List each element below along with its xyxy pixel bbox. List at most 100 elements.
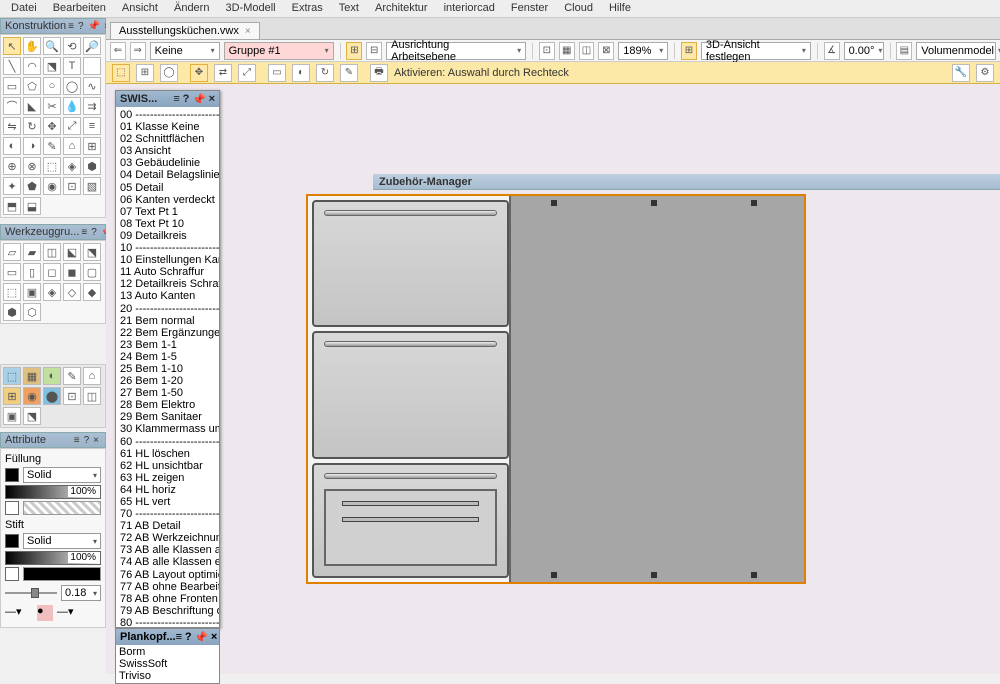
tab-document[interactable]: Ausstellungsküchen.vwx × [110,22,260,39]
tool-q[interactable]: ⬓ [23,197,41,215]
swis-list[interactable]: 00 -----------------------01 Klasse Kein… [116,107,219,627]
group-dropdown[interactable]: Gruppe #1 [224,42,334,60]
cat-2[interactable]: ▦ [23,367,41,385]
tool-zoom[interactable]: 🔍 [43,37,61,55]
tool-f[interactable]: ⊕ [3,157,21,175]
close-icon[interactable]: × [245,26,251,37]
tool-k[interactable]: ✦ [3,177,21,195]
close-icon[interactable]: × [209,93,215,105]
pin-icon[interactable]: 📌 [194,631,208,644]
swis-item[interactable]: 28 Bem Elektro [118,399,217,411]
swis-item[interactable]: 77 AB ohne Bearbeitungen [118,581,217,593]
close-icon[interactable]: × [211,631,217,643]
tg-12[interactable]: ▣ [23,283,41,301]
menu-text[interactable]: Text [332,1,366,16]
grid-1-button[interactable]: ⊞ [346,42,362,60]
tool-pan[interactable]: ✋ [23,37,41,55]
pin-icon[interactable]: 📌 [192,93,206,106]
sel-3[interactable]: ⤢ [238,64,256,82]
fill-color-swatch[interactable] [5,468,19,482]
tg-6[interactable]: ▭ [3,263,21,281]
tool-g[interactable]: ⊗ [23,157,41,175]
vb-2[interactable]: ▦ [559,42,575,60]
swis-item[interactable]: 13 Auto Kanten [118,290,217,302]
tool-e[interactable]: ⊞ [83,137,101,155]
swis-item[interactable]: 60 ----------------------- [118,436,217,448]
tool-j[interactable]: ⬢ [83,157,101,175]
grid-2-button[interactable]: ⊟ [366,42,382,60]
swis-item[interactable]: 26 Bem 1-20 [118,375,217,387]
tool-b[interactable]: ◑ [23,137,41,155]
swis-item[interactable]: 03 Ansicht [118,145,217,157]
tool-circle[interactable]: ○ [43,77,61,95]
menu-cloud[interactable]: Cloud [557,1,600,16]
tool-d[interactable]: ⌂ [63,137,81,155]
menu-icon[interactable]: ≡ [173,93,179,105]
tool-p[interactable]: ⬒ [3,197,21,215]
tool-eyedrop[interactable]: 💧 [63,97,81,115]
swis-item[interactable]: 23 Bem 1-1 [118,339,217,351]
swis-item[interactable]: 72 AB Werkzeichnung [118,532,217,544]
menu-bearbeiten[interactable]: Bearbeiten [46,1,113,16]
vb-3[interactable]: ◫ [579,42,595,60]
cat-6[interactable]: ⊞ [3,387,21,405]
help-icon[interactable]: ? [91,227,97,238]
swis-item[interactable]: 00 ----------------------- [118,109,217,121]
tool-text[interactable]: T [63,57,81,75]
zoom-dropdown[interactable]: 189% [618,42,668,60]
menu-extras[interactable]: Extras [285,1,330,16]
oven-top[interactable] [312,200,509,327]
swis-item[interactable]: 06 Kanten verdeckt [118,194,217,206]
fill-secondary-swatch[interactable] [5,501,19,515]
help-icon[interactable]: ? [84,435,90,446]
fill-opacity-slider[interactable]: 100% [5,485,101,499]
swis-item[interactable]: 01 Klasse Keine [118,121,217,133]
swis-item[interactable]: 10 ----------------------- [118,242,217,254]
tool-fillet[interactable]: ⌒ [3,97,21,115]
help-icon[interactable]: ? [183,93,190,105]
tool-line[interactable]: ╲ [3,57,21,75]
cat-5[interactable]: ⌂ [83,367,101,385]
menu-architektur[interactable]: Architektur [368,1,435,16]
menu-icon[interactable]: ≡ [81,227,87,238]
mode-single[interactable]: ⬚ [112,64,130,82]
swis-item[interactable]: 27 Bem 1-50 [118,387,217,399]
tool-l[interactable]: ⬟ [23,177,41,195]
cat-7[interactable]: ◉ [23,387,41,405]
tool-m[interactable]: ◉ [43,177,61,195]
tool-clip[interactable]: ✂ [43,97,61,115]
cabinet-panel[interactable] [509,196,804,582]
pen-opacity-slider[interactable]: 100% [5,551,101,565]
swis-item[interactable]: 11 Auto Schraffur [118,266,217,278]
tool-rect[interactable]: ▭ [3,77,21,95]
menu-interiorcad[interactable]: interiorcad [437,1,502,16]
tg-17[interactable]: ⬡ [23,303,41,321]
menu-icon[interactable]: ≡ [176,631,182,643]
swis-item[interactable]: 05 Detail [118,182,217,194]
class-dropdown[interactable]: Keine [150,42,220,60]
swis-item[interactable]: 71 AB Detail [118,520,217,532]
mode-multi[interactable]: ⊞ [136,64,154,82]
swis-item[interactable]: 79 AB Beschriftung o.l. [118,605,217,617]
tool-ellipse[interactable]: ◯ [63,77,81,95]
swis-item[interactable]: 74 AB alle Klassen einbl [118,556,217,568]
mode-lasso[interactable]: ◯ [160,64,178,82]
swis-item[interactable]: 08 Text Pt 10 [118,218,217,230]
line-start-dropdown[interactable]: —▾ [5,605,33,621]
tool-offset[interactable]: ⇉ [83,97,101,115]
act-4[interactable]: ✎ [340,64,358,82]
cat-9[interactable]: ⊡ [63,387,81,405]
line-end-dropdown[interactable]: —▾ [57,605,85,621]
swis-item[interactable]: 04 Detail Belagslinie [118,169,217,181]
cat-3[interactable]: ◐ [43,367,61,385]
cat-12[interactable]: ⬔ [23,407,41,425]
menu-3dmodell[interactable]: 3D-Modell [218,1,282,16]
gear-icon[interactable]: ⚙ [976,64,994,82]
swis-item[interactable]: 65 HL vert [118,496,217,508]
cat-4[interactable]: ✎ [63,367,81,385]
menu-hilfe[interactable]: Hilfe [602,1,638,16]
help-icon[interactable]: ? [78,21,84,32]
menu-icon[interactable]: ≡ [74,435,80,446]
vb-1[interactable]: ⊡ [539,42,555,60]
swis-item[interactable]: 70 ----------------------- [118,508,217,520]
